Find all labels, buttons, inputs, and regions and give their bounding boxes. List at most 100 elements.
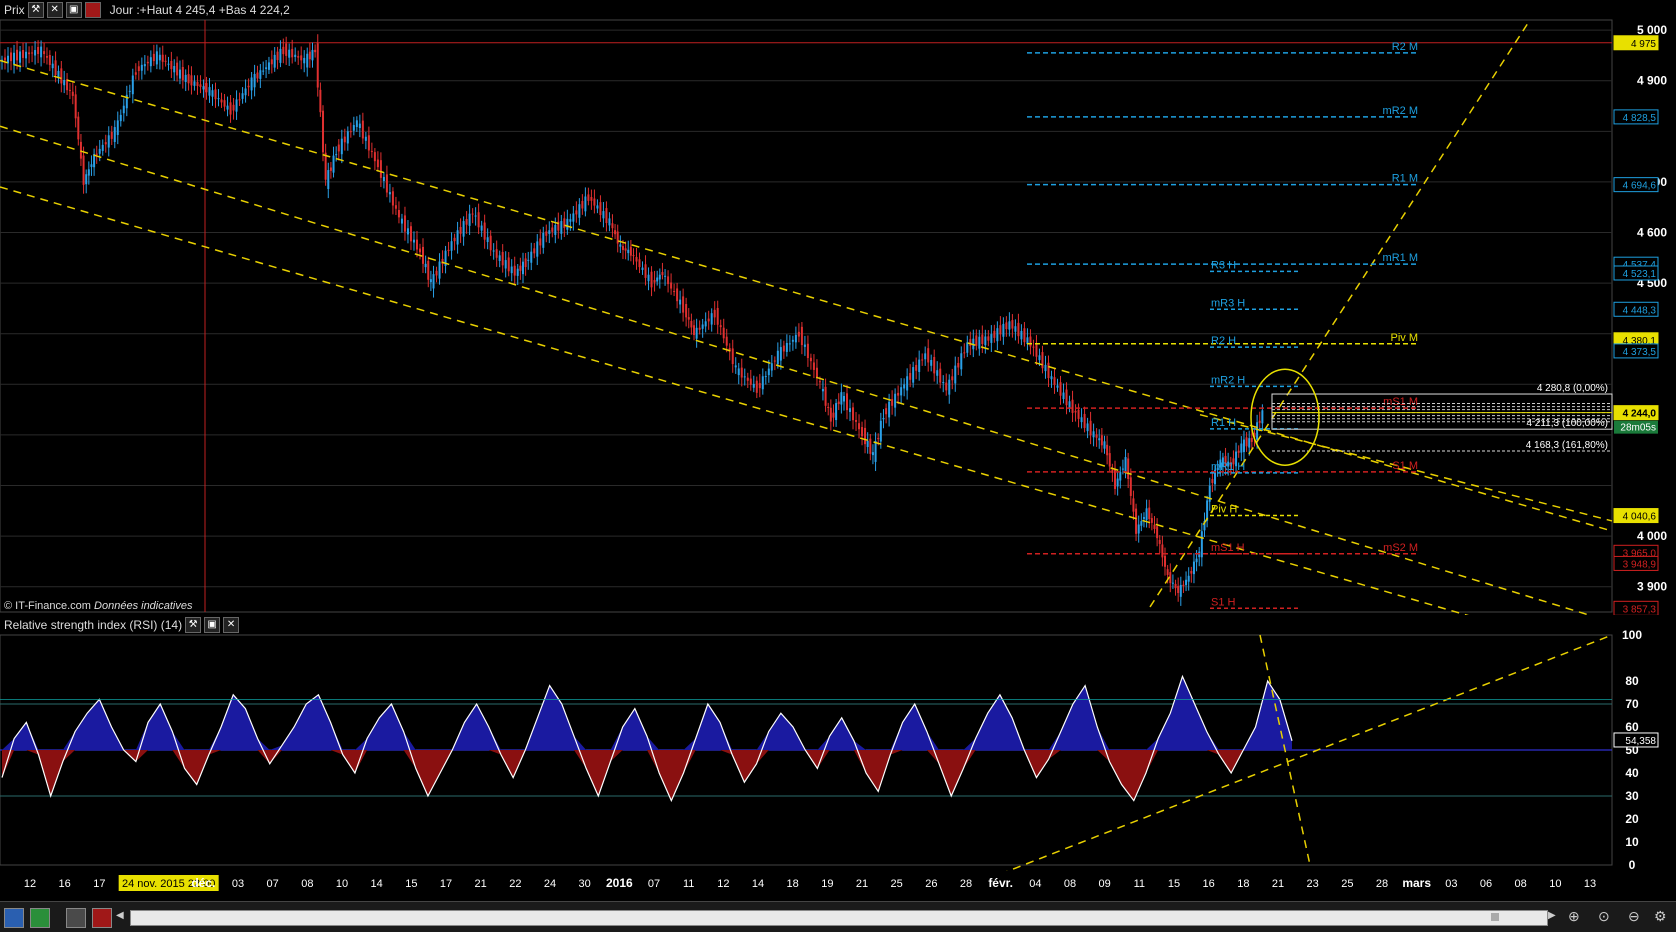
candle-body <box>244 88 247 96</box>
candle-body <box>282 46 285 55</box>
candle-body <box>1164 555 1167 567</box>
candle-body <box>1108 453 1111 467</box>
x-tick-label: déc. <box>191 876 215 890</box>
zoom-icon[interactable]: ⊙ <box>1598 908 1616 926</box>
candle-body <box>256 72 259 79</box>
scrollbar-thumb[interactable] <box>1491 913 1499 921</box>
candle-body <box>51 63 54 69</box>
candle-body <box>322 110 325 153</box>
candle-body <box>661 271 664 276</box>
candle-body <box>951 376 954 381</box>
scroll-left-icon[interactable]: ◀ <box>116 910 128 924</box>
candle-body <box>593 198 596 206</box>
x-tick-label: 18 <box>787 878 799 890</box>
candle-body <box>456 230 459 245</box>
x-tick-label: 30 <box>579 878 591 890</box>
candle-body <box>960 353 963 370</box>
indicator-icon[interactable] <box>30 908 50 928</box>
candle-body <box>1119 472 1122 481</box>
candle-body <box>945 382 948 391</box>
candle-body <box>963 352 966 354</box>
candle-body <box>647 274 650 282</box>
candle-body <box>85 174 88 185</box>
candle-body <box>1129 477 1132 496</box>
chart-type-icon[interactable] <box>4 908 24 928</box>
weekly-level-label: mS2 M <box>1383 542 1418 554</box>
countdown-label: 28m05s <box>1620 423 1656 434</box>
candle-body <box>196 82 199 86</box>
hourly-level-label: R1 H <box>1211 417 1236 429</box>
candle-body <box>501 251 504 266</box>
candle-body <box>713 309 716 318</box>
rsi-area-above <box>2 676 1292 750</box>
candle-body <box>16 49 19 61</box>
price-tick-label: 4 900 <box>1637 74 1667 88</box>
price-chart[interactable]: 3 9004 0004 5004 6004 8004 9005 000R2 Mm… <box>0 0 1676 615</box>
hourly-level-label: mR3 H <box>1211 297 1245 309</box>
candle-body <box>758 383 761 389</box>
close-icon[interactable]: ✕ <box>223 617 240 633</box>
candle-body <box>297 56 300 58</box>
candle-body <box>548 230 551 234</box>
candle-body <box>704 321 707 327</box>
candle-body <box>79 141 82 159</box>
candle-body <box>513 265 516 276</box>
price-tag-label: 4 373,5 <box>1623 347 1657 358</box>
candle-body <box>170 60 173 70</box>
candle-body <box>530 251 533 263</box>
candle-body <box>670 282 673 289</box>
candle-body <box>71 91 74 96</box>
scrollbar-track[interactable] <box>130 910 1548 926</box>
rsi-value-label: 54,358 <box>1625 736 1656 747</box>
candle-body <box>1182 584 1185 587</box>
candle-body <box>406 228 409 235</box>
candle-body <box>205 83 208 93</box>
candle-body <box>492 250 495 252</box>
candle-body <box>984 336 987 346</box>
candle-body <box>1140 521 1143 526</box>
candle-body <box>572 213 575 222</box>
settings-icon[interactable]: ⚙ <box>1654 908 1672 926</box>
rsi-chart[interactable]: 0102030405060708010054,358 <box>0 615 1676 871</box>
candle-body <box>749 378 752 385</box>
candle-body <box>829 407 832 422</box>
x-tick-label: 07 <box>267 878 279 890</box>
x-tick-label: 08 <box>1515 878 1527 890</box>
candle-body <box>569 219 572 222</box>
candle-body <box>978 336 981 349</box>
scroll-right-icon[interactable]: ▶ <box>1548 910 1560 924</box>
candle-body <box>1156 526 1159 539</box>
wrench-icon[interactable]: ⚒ <box>185 617 202 633</box>
candle-body <box>996 328 999 342</box>
candle-body <box>624 248 627 251</box>
candle-body <box>1211 479 1214 484</box>
flag-icon[interactable] <box>92 908 112 928</box>
candle-body <box>832 412 835 418</box>
candle-body <box>755 380 758 393</box>
zoom-out-icon[interactable]: ⊖ <box>1628 908 1646 926</box>
candle-body <box>37 46 40 54</box>
candle-body <box>314 49 317 53</box>
drawing-icon[interactable] <box>66 908 86 928</box>
candle-body <box>632 255 635 257</box>
x-tick-label: 18 <box>1237 878 1249 890</box>
candle-body <box>1002 323 1005 337</box>
candle-body <box>1166 569 1169 575</box>
x-tick-label: févr. <box>988 876 1013 890</box>
candle-body <box>140 64 143 71</box>
candle-body <box>827 407 830 409</box>
trend-line <box>1149 19 1531 608</box>
x-axis: 1216171924 nov. 2015 22:00déc.0307081014… <box>24 875 1596 891</box>
candle-body <box>477 212 480 228</box>
candle-body <box>809 357 812 362</box>
maximize-icon[interactable]: ▣ <box>204 617 221 633</box>
candle-body <box>415 239 418 250</box>
candle-body <box>438 261 441 279</box>
candle-body <box>861 427 864 437</box>
candle-body <box>418 248 421 253</box>
x-tick-label: 25 <box>1341 878 1353 890</box>
zoom-in-icon[interactable]: ⊕ <box>1568 908 1586 926</box>
candle-body <box>545 231 548 236</box>
candle-body <box>682 296 685 313</box>
candle-body <box>450 241 453 251</box>
